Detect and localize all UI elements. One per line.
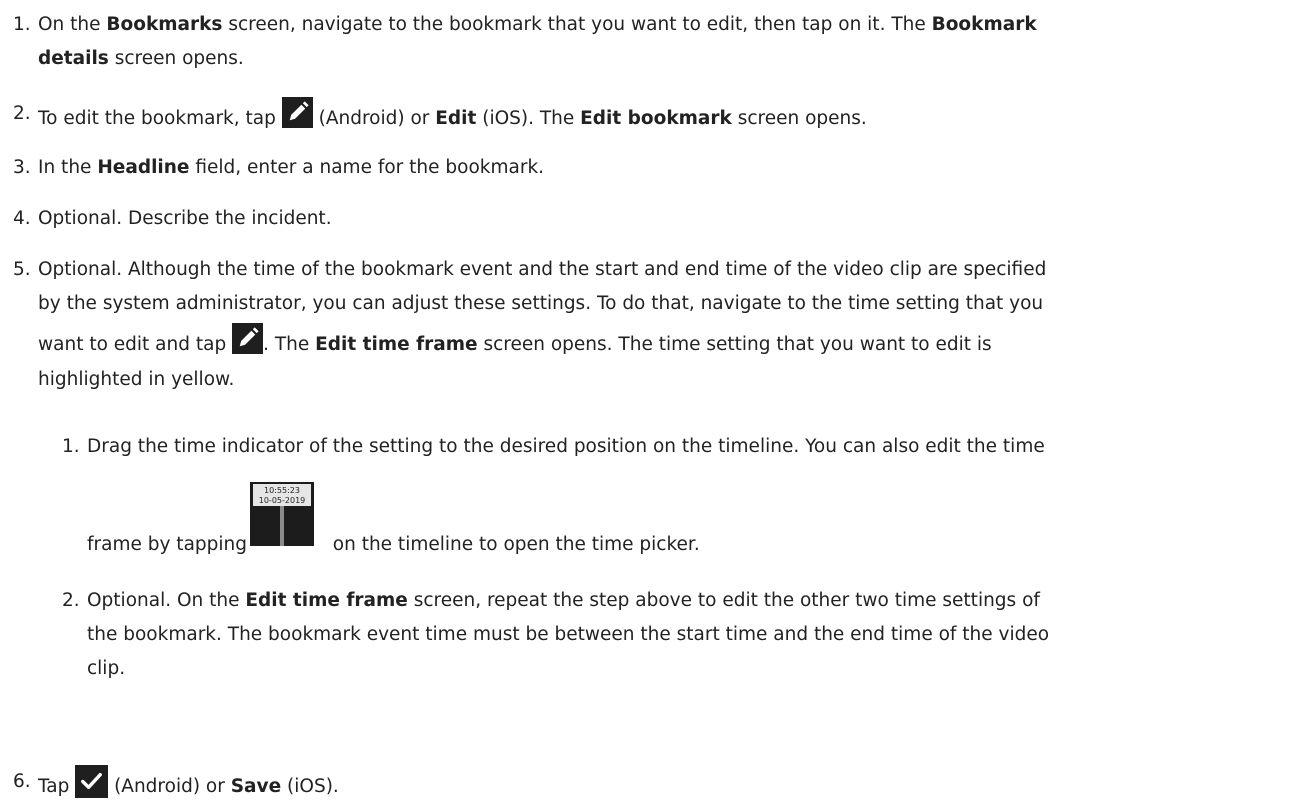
step-number: 2. [13,103,31,124]
ui-term-bookmarks: Bookmarks [106,14,223,35]
marker-time-label: 10:55:23 [264,486,300,495]
marker-date-label: 10-05-2019 [259,496,306,505]
ui-term-edit-time-frame: Edit time frame [245,590,408,611]
substep-text: Drag the time indicator of the setting t… [87,436,1045,457]
step-number: 6. [13,771,31,792]
step-text: To edit the bookmark, tap (Android) or E… [38,97,1278,136]
step-text: Tap (Android) or Save (iOS). [38,765,1278,804]
step-number: 5. [13,259,31,280]
ui-term-edit: Edit [435,108,477,129]
step-text: On the Bookmarks screen, navigate to the… [38,14,1037,69]
pencil-icon [232,323,264,354]
substep-number: 2. [62,590,80,611]
ui-term-edit-bookmark: Edit bookmark [580,108,732,129]
ui-term-edit-time-frame: Edit time frame [315,334,478,355]
ui-term-bookmark: Bookmark [931,14,1037,35]
step-text: Optional. Describe the incident. [38,208,332,229]
ui-term-details: details [38,48,109,69]
substep-number: 1. [62,436,80,457]
step-number: 1. [13,14,31,35]
step-number: 4. [13,208,31,229]
step-text: In the Headline field, enter a name for … [38,157,545,178]
substep-text: Optional. On the Edit time frame screen,… [87,590,1050,679]
step-number: 3. [13,157,31,178]
pencil-icon [281,97,313,128]
step-text: Optional. Although the time of the bookm… [38,259,1047,390]
ui-term-save: Save [230,776,282,797]
checkmark-icon [75,765,109,798]
ui-term-headline: Headline [97,157,190,178]
